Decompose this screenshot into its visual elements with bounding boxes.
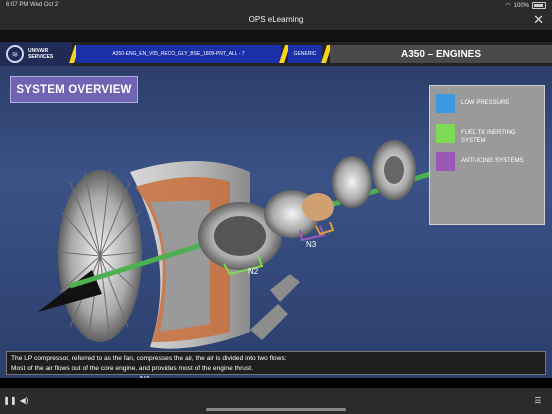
- close-icon[interactable]: ✕: [533, 12, 544, 28]
- status-right: ◠ 100%: [505, 2, 546, 9]
- legend-swatch: [436, 94, 455, 113]
- combustor-bracket: [315, 221, 335, 236]
- home-indicator: [206, 408, 346, 411]
- legend-item-fuel-tk-inerting[interactable]: FUEL TK INERTING SYSTEM: [436, 124, 535, 145]
- legend-swatch: [436, 124, 455, 143]
- n3-label: N3: [306, 240, 317, 249]
- legend-item-anti-icing[interactable]: ANTI-ICING SYSTEMS: [436, 152, 535, 171]
- battery-icon: [532, 2, 546, 9]
- system-overview-button[interactable]: SYSTEM OVERVIEW: [10, 76, 138, 103]
- logo-line2: SERVICES: [28, 54, 54, 60]
- legend-swatch: [436, 152, 455, 171]
- wifi-logo-icon: ≋: [6, 45, 24, 63]
- legend-item-low-pressure[interactable]: LOW PRESSURE: [436, 94, 535, 113]
- legend-panel: LOW PRESSURE FUEL TK INERTING SYSTEM ANT…: [429, 85, 545, 225]
- bottom-bar: ❚❚ ◀) ☰: [0, 388, 552, 414]
- status-time-date: 6:07 PM Wed Oct 2: [6, 2, 59, 8]
- pause-icon[interactable]: ❚❚: [3, 394, 16, 406]
- fan-blades: [57, 169, 143, 342]
- list-icon[interactable]: ☰: [532, 394, 544, 406]
- status-bar: 6:07 PM Wed Oct 2 ◠ 100%: [0, 0, 552, 10]
- top-frame: [0, 30, 552, 42]
- caption-box: The LP compressor, referred to as the fa…: [6, 351, 546, 375]
- battery-percent: 100%: [513, 2, 529, 9]
- turbine-disc-1: [332, 156, 372, 208]
- combustor: [302, 193, 334, 221]
- slide: ≋ UNIVAIR SERVICES A350-ENG_EN_V05_RECO_…: [0, 42, 552, 378]
- speaker-icon[interactable]: ◀): [18, 394, 30, 406]
- legend-label: FUEL TK INERTING SYSTEM: [461, 130, 516, 144]
- app-title: OPS eLearning: [248, 15, 304, 24]
- app-bar: OPS eLearning ✕: [0, 10, 552, 30]
- wifi-icon: ◠: [505, 3, 511, 9]
- accessory-gearbox: [250, 274, 300, 340]
- slide-title: A350 – ENGINES: [330, 45, 552, 63]
- legend-label: LOW PRESSURE: [461, 100, 510, 106]
- course-code: A350-ENG_EN_V05_RECO_GLY_BSE_1809-PNT_AL…: [76, 45, 281, 63]
- caption-line2: Most of the air flows out of the core en…: [11, 365, 253, 372]
- n1-label: N1: [140, 375, 151, 378]
- n2-label: N2: [248, 267, 259, 276]
- generic-label: GENERIC: [288, 45, 322, 63]
- caption-line1: The LP compressor, referred to as the fa…: [11, 355, 287, 362]
- legend-label: ANTI-ICING SYSTEMS: [461, 158, 524, 164]
